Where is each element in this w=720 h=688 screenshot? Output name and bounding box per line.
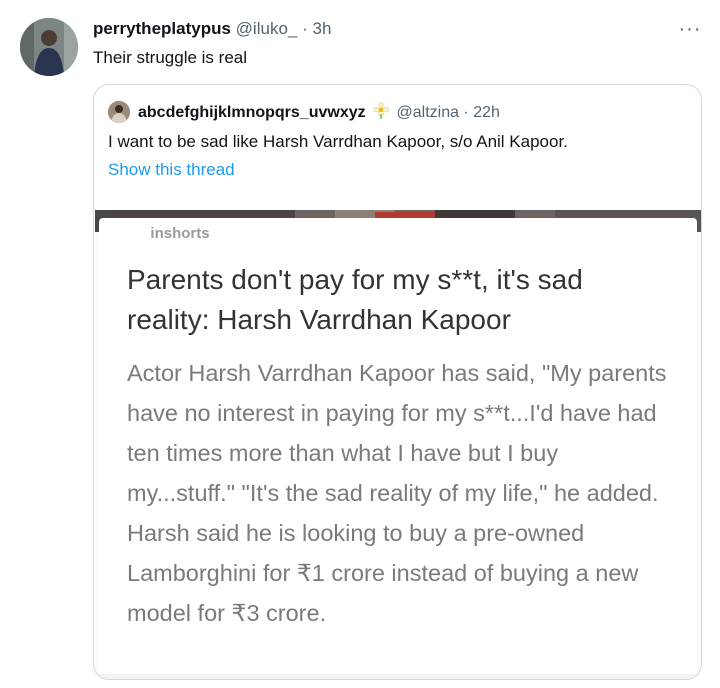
quoted-timestamp[interactable]: 22h xyxy=(473,104,500,121)
more-options-icon[interactable]: ··· xyxy=(672,16,708,42)
tweet-header: perrytheplatypus @iluko_ · 3h xyxy=(93,19,331,39)
user-handle[interactable]: @iluko_ xyxy=(236,19,298,38)
avatar-photo xyxy=(20,18,78,76)
timestamp[interactable]: 3h xyxy=(313,19,332,38)
inshorts-logo: inshorts xyxy=(135,223,225,245)
quoted-avatar-photo xyxy=(108,101,130,123)
quoted-tweet-text: I want to be sad like Harsh Varrdhan Kap… xyxy=(108,132,568,151)
article-body: Actor Harsh Varrdhan Kapoor has said, "M… xyxy=(127,360,667,626)
flower-emoji-icon xyxy=(372,102,390,125)
quoted-avatar[interactable] xyxy=(108,101,130,123)
quoted-header: abcdefghijklmnopqrs_uvwxyz @altzina · 22… xyxy=(138,102,500,125)
tweet[interactable]: perrytheplatypus @iluko_ · 3h ··· Their … xyxy=(0,0,720,688)
quoted-user-handle[interactable]: @altzina xyxy=(397,104,460,121)
tweet-text: Their struggle is real xyxy=(93,48,248,67)
show-thread-link[interactable]: Show this thread xyxy=(108,160,235,180)
quoted-display-name[interactable]: abcdefghijklmnopqrs_uvwxyz xyxy=(138,104,366,121)
quoted-tweet[interactable]: abcdefghijklmnopqrs_uvwxyz @altzina · 22… xyxy=(93,84,702,680)
card-divider xyxy=(95,674,701,679)
avatar[interactable] xyxy=(20,18,78,76)
display-name[interactable]: perrytheplatypus xyxy=(93,19,231,38)
article-headline: Parents don't pay for my s**t, it's sad … xyxy=(127,264,583,335)
separator-dot: · xyxy=(302,19,308,38)
quoted-separator-dot: · xyxy=(463,104,469,121)
news-card-image[interactable]: inshorts Parents don't pay for my s**t, … xyxy=(95,210,701,679)
